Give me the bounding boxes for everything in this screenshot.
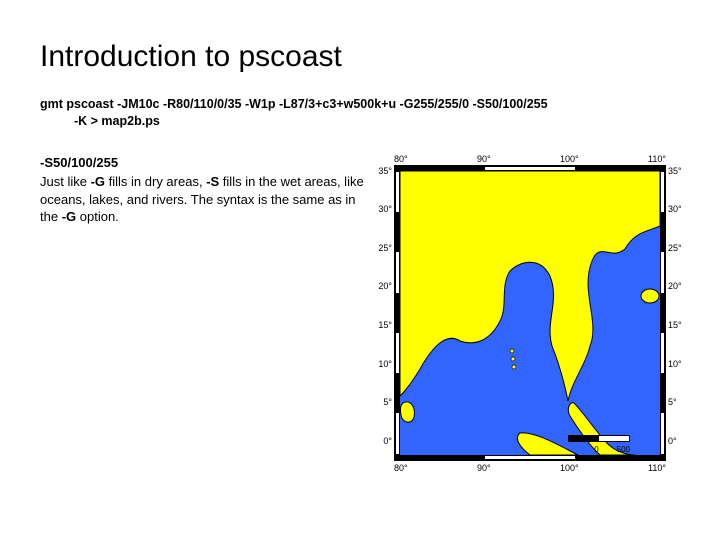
scale-label-0: 0 (594, 445, 598, 454)
scale-bar-segments (568, 435, 630, 442)
island (510, 349, 514, 353)
tick: 15° (372, 320, 392, 330)
tick: 0° (668, 436, 688, 446)
tick: 90° (477, 463, 491, 473)
explanation-text: -S50/100/255 Just like -G fills in dry a… (40, 154, 370, 474)
map-figure: 80° 90° 100° 110° 35° 30° 25° 20° 15° 10… (394, 154, 666, 474)
scale-bar (568, 435, 630, 442)
tick: 35° (668, 166, 688, 176)
option-description: Just like -G fills in dry areas, -S fill… (40, 173, 370, 226)
command-line-1: gmt pscoast -JM10c -R80/110/0/35 -W1p -L… (40, 97, 548, 111)
lat-ticks-left: 35° 30° 25° 20° 15° 10° 5° 0° (372, 166, 392, 446)
frame-border-bottom (395, 455, 665, 460)
land-india-asia (400, 171, 660, 401)
tick: 0° (372, 436, 392, 446)
tick: 80° (394, 463, 408, 473)
option-name: -S50/100/255 (40, 154, 370, 172)
tick: 5° (372, 397, 392, 407)
lon-ticks-bottom: 80° 90° 100° 110° (394, 461, 666, 474)
text: fills in dry areas, (105, 174, 206, 189)
tick: 15° (668, 320, 688, 330)
tick: 110° (648, 154, 666, 164)
island (512, 365, 516, 369)
text: option. (76, 209, 119, 224)
page-title: Introduction to pscoast (40, 40, 680, 74)
tick: 80° (394, 154, 408, 164)
frame-border-right (660, 171, 665, 455)
tick: 20° (372, 281, 392, 291)
map-frame: 0 500 (394, 165, 666, 461)
tick: 110° (648, 463, 666, 473)
lat-ticks-right: 35° 30° 25° 20° 15° 10° 5° 0° (668, 166, 688, 446)
land-sri-lanka (400, 402, 414, 422)
tick: 25° (372, 243, 392, 253)
command-line-2: -K > map2b.ps (40, 113, 160, 130)
scale-label-500: 500 (617, 445, 630, 454)
tick: 5° (668, 397, 688, 407)
tick: 90° (477, 154, 491, 164)
tick: 35° (372, 166, 392, 176)
flag-g2: -G (62, 209, 76, 224)
tick: 100° (560, 463, 579, 473)
island (511, 357, 515, 361)
flag-g: -G (91, 174, 105, 189)
tick: 30° (372, 204, 392, 214)
text: Just like (40, 174, 91, 189)
tick: 10° (668, 359, 688, 369)
land-hainan (641, 289, 659, 303)
command-block: gmt pscoast -JM10c -R80/110/0/35 -W1p -L… (40, 96, 680, 130)
tick: 20° (668, 281, 688, 291)
lon-ticks-top: 80° 90° 100° 110° (394, 154, 666, 165)
tick: 100° (560, 154, 579, 164)
tick: 25° (668, 243, 688, 253)
map-sea (400, 171, 660, 455)
tick: 10° (372, 359, 392, 369)
coastline-svg (400, 171, 660, 455)
flag-s: -S (206, 174, 219, 189)
tick: 30° (668, 204, 688, 214)
scale-bar-labels: 0 500 (594, 445, 630, 454)
